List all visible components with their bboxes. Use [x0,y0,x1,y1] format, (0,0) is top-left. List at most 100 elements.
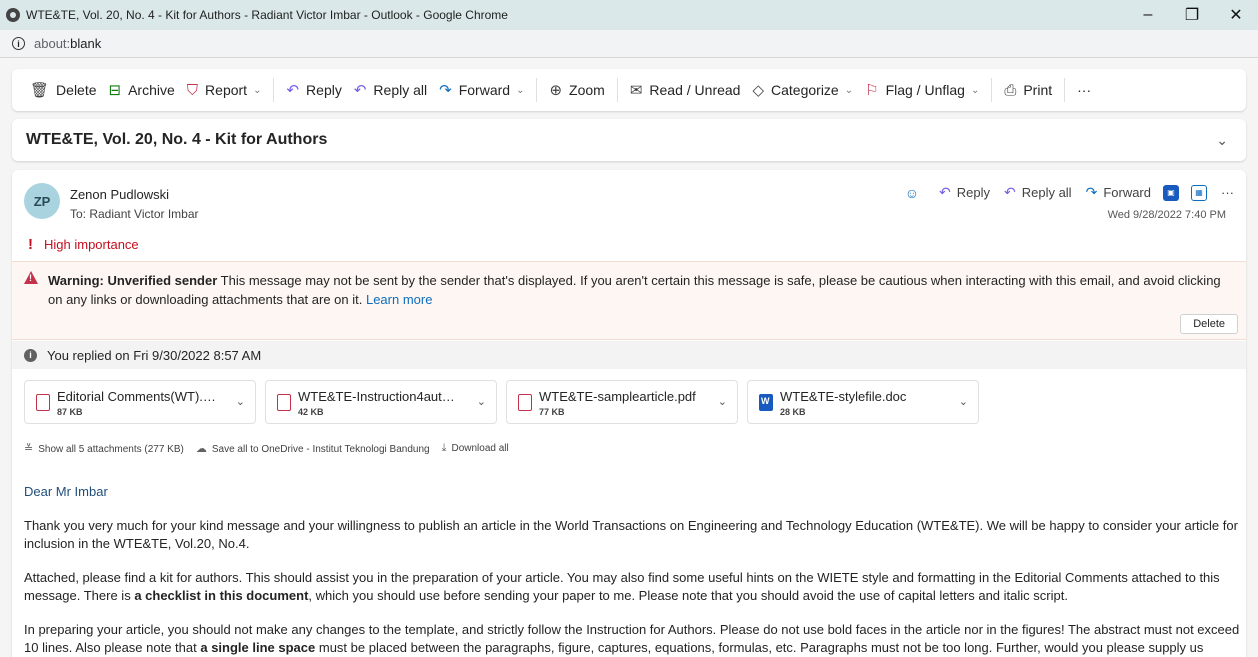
attachment-card[interactable]: WTE&TE-Instruction4authors... 42 KB ⌄ [265,380,497,424]
chevron-down-icon[interactable]: ⌄ [253,85,261,96]
report-button[interactable]: ⛉ Report ⌄ [181,75,268,105]
message-reply-label: Reply [956,185,990,200]
attachment-card[interactable]: WTE&TE-samplearticle.pdf 77 KB ⌄ [506,380,738,424]
report-label: Report [205,82,248,98]
zoom-label: Zoom [569,82,605,98]
print-button[interactable]: ⎙ Print [998,75,1058,105]
print-label: Print [1023,82,1053,98]
read-unread-button[interactable]: ✉ Read / Unread [624,75,747,105]
toolbar-divider [273,78,275,102]
attachment-name: WTE&TE-Instruction4authors... [298,389,458,404]
sender-name[interactable]: Zenon Pudlowski [70,187,169,202]
window-controls: – ❐ ✕ [1126,0,1258,30]
info-icon[interactable]: i [12,37,25,50]
message-forward-button[interactable]: ↷ Forward [1086,184,1151,201]
pdf-file-icon [518,394,532,411]
zoom-icon: ⊕ [549,82,563,99]
categorize-button[interactable]: ◇ Categorize ⌄ [746,75,859,105]
message-date: Wed 9/28/2022 7:40 PM [1107,209,1226,221]
show-all-label: Show all 5 attachments (277 KB) [38,444,184,455]
attachment-card[interactable]: WTE&TE-stylefile.doc 28 KB ⌄ [747,380,979,424]
attachment-list: Editorial Comments(WT).pdf 87 KB ⌄ WTE&T… [24,380,988,424]
message-more-button[interactable]: ··· [1221,185,1234,200]
chevron-down-icon[interactable]: ⌄ [845,85,853,96]
tag-icon: ◇ [752,82,765,99]
double-chevron-down-icon: ≚ [24,443,34,455]
more-actions-button[interactable]: ··· [1071,75,1097,105]
chevron-down-icon[interactable]: ⌄ [1216,132,1228,149]
toolbar-divider [536,78,538,102]
download-all-link[interactable]: ⤓ Download all [442,442,509,455]
zoom-button[interactable]: ⊕ Zoom [543,75,610,105]
url-scheme: about: [34,36,71,51]
delete-button[interactable]: 🗑 Delete [24,75,103,105]
message-actions: ☺ ↶ Reply ↶ Reply all ↷ Forward ▣ ▦ ··· [891,184,1234,201]
learn-more-link[interactable]: Learn more [366,292,432,307]
flag-button[interactable]: ⚐ Flag / Unflag ⌄ [859,75,985,105]
chevron-down-icon[interactable]: ⌄ [516,85,524,96]
attachment-size: 77 KB [539,407,565,417]
body-paragraph: Thank you very much for your kind messag… [24,518,1238,551]
recipient-line: To: Radiant Victor Imbar [70,207,199,221]
attachment-size: 42 KB [298,407,324,417]
reply-all-label: Reply all [373,82,428,98]
toolbar-divider [1064,78,1066,102]
save-to-onedrive-link[interactable]: ☁ Save all to OneDrive - Institut Teknolo… [196,442,430,455]
teams-icon[interactable]: ▣ [1163,184,1179,201]
word-file-icon [759,394,773,411]
importance-label: High importance [44,237,139,252]
message-card: ZP Zenon Pudlowski To: Radiant Victor Im… [12,170,1246,657]
trash-icon: 🗑 [30,82,50,99]
toolbar-divider [616,78,618,102]
message-reply-all-label: Reply all [1021,185,1072,200]
download-icon: ⤓ [441,442,447,454]
body-bold-run: a checklist in this document [134,588,309,603]
info-icon: i [24,348,37,362]
message-toolbar: 🗑 Delete ⊟ Archive ⛉ Report ⌄ ↶ Reply ↶ Reply … [12,69,1246,111]
reply-icon: ↶ [939,184,951,200]
warning-delete-button[interactable]: Delete [1180,314,1238,334]
chevron-down-icon[interactable]: ⌄ [477,395,486,408]
attachment-card[interactable]: Editorial Comments(WT).pdf 87 KB ⌄ [24,380,256,424]
reply-all-button[interactable]: ↶ Reply all [348,75,433,105]
archive-button[interactable]: ⊟ Archive [103,75,181,105]
body-paragraph: In preparing your article, you should no… [24,621,1242,657]
forward-icon: ↷ [439,82,452,99]
avatar[interactable]: ZP [24,183,60,219]
emoji-react-button[interactable]: ☺ [905,185,925,201]
restore-button[interactable]: ❐ [1170,0,1214,30]
attachment-size: 28 KB [780,407,806,417]
printer-icon: ⎙ [1004,81,1017,99]
reply-label: Reply [306,82,342,98]
email-subject: WTE&TE, Vol. 20, No. 4 - Kit for Authors [26,131,328,148]
forward-label: Forward [458,82,511,98]
url-text[interactable]: about:blank [34,36,101,51]
chevron-down-icon[interactable]: ⌄ [959,395,968,408]
chrome-icon [6,8,20,22]
pdf-file-icon [277,394,291,411]
close-button[interactable]: ✕ [1214,0,1258,30]
replied-text: You replied on Fri 9/30/2022 8:57 AM [47,347,262,363]
forward-icon: ↷ [1085,184,1098,200]
toolbar-divider [991,78,993,102]
address-bar[interactable]: i about:blank [0,30,1258,58]
show-all-attachments-link[interactable]: ≚ Show all 5 attachments (277 KB) [24,442,184,455]
forward-button[interactable]: ↷ Forward ⌄ [433,75,530,105]
reply-all-icon: ↶ [1003,184,1016,200]
reply-button[interactable]: ↶ Reply [280,75,347,105]
chevron-down-icon[interactable]: ⌄ [971,85,979,96]
message-reply-all-button[interactable]: ↶ Reply all [1004,184,1072,201]
exclamation-icon: ! [28,236,33,253]
chevron-down-icon[interactable]: ⌄ [718,395,727,408]
chevron-down-icon[interactable]: ⌄ [236,395,245,408]
attachment-size: 87 KB [57,407,83,417]
apps-icon[interactable]: ▦ [1191,184,1207,201]
archive-icon: ⊟ [108,82,122,99]
flag-icon: ⚐ [865,82,879,99]
reply-icon: ↶ [286,82,300,99]
delete-label: Delete [56,82,97,98]
download-all-label: Download all [451,443,509,454]
attachment-name: WTE&TE-stylefile.doc [780,389,907,404]
message-reply-button[interactable]: ↶ Reply [939,184,990,201]
minimize-button[interactable]: – [1126,0,1170,30]
